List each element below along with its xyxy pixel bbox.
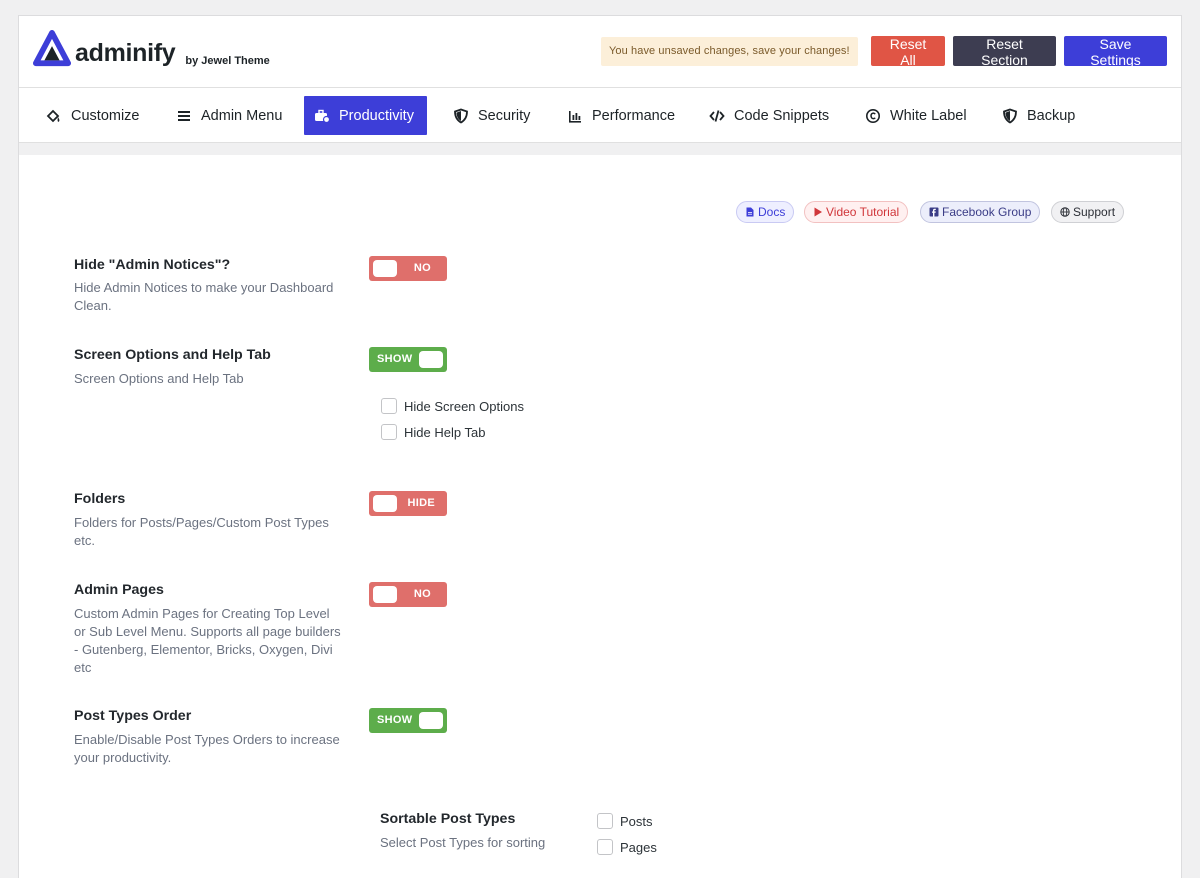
tab-white-label[interactable]: White Label	[855, 96, 977, 135]
reset-all-button[interactable]: Reset All	[871, 36, 945, 68]
docs-link-label: Docs	[758, 205, 786, 219]
code-icon	[709, 109, 725, 122]
shield-icon	[1003, 108, 1017, 124]
tab-backup[interactable]: Backup	[992, 96, 1085, 135]
facebook-group-link[interactable]: Facebook Group	[920, 201, 1041, 223]
screen-options-desc: Screen Options and Help Tab	[74, 371, 244, 386]
checkbox-label: Hide Screen Options	[404, 398, 524, 414]
toggle-state: NO	[413, 262, 431, 274]
logo-byline: by Jewel Theme	[185, 55, 270, 67]
docs-link[interactable]: Docs	[736, 201, 795, 223]
admin-pages-toggle[interactable]: NO	[369, 582, 447, 607]
adminify-logo-icon	[33, 30, 71, 67]
save-settings-button[interactable]: Save Settings	[1064, 36, 1167, 68]
video-tutorial-link[interactable]: Video Tutorial	[804, 201, 909, 223]
tab-code-snippets[interactable]: Code Snippets	[699, 96, 839, 135]
post-types-order-title: Post Types Order	[74, 708, 192, 724]
hide-screen-options-checkbox[interactable]: Hide Screen Options	[381, 398, 524, 414]
checkbox-box[interactable]	[597, 813, 613, 829]
checkbox-box[interactable]	[381, 398, 397, 414]
toggle-knob	[373, 260, 397, 277]
tab-label: Productivity	[339, 107, 414, 124]
hide-help-tab-checkbox[interactable]: Hide Help Tab	[381, 424, 485, 440]
header: adminify by Jewel Theme You have unsaved…	[19, 16, 1181, 87]
tab-label: Performance	[592, 107, 676, 124]
tab-label: Customize	[71, 107, 140, 124]
toggle-knob	[373, 586, 397, 603]
checkbox-label: Hide Help Tab	[404, 424, 486, 440]
support-link-label: Support	[1073, 205, 1116, 219]
play-icon	[814, 207, 822, 217]
copyright-icon	[866, 108, 880, 123]
tab-admin-menu[interactable]: Admin Menu	[166, 96, 292, 135]
admin-pages-desc: Custom Admin Pages for Creating Top Leve…	[74, 606, 341, 675]
shield-icon	[454, 108, 468, 124]
folders-title: Folders	[74, 491, 126, 507]
checkbox-box[interactable]	[381, 424, 397, 440]
section-divider	[19, 143, 1181, 155]
tab-label: Code Snippets	[734, 107, 830, 124]
document-icon	[746, 207, 754, 217]
admin-notices-title: Hide "Admin Notices"?	[74, 257, 231, 273]
briefcase-gear-icon	[315, 109, 330, 123]
tab-security[interactable]: Security	[443, 96, 540, 135]
screen-options-toggle[interactable]: SHOW	[369, 347, 447, 372]
folders-desc: Folders for Posts/Pages/Custom Post Type…	[74, 515, 329, 548]
toggle-state: SHOW	[377, 353, 413, 365]
hamburger-icon	[178, 110, 190, 121]
checkbox-label: Pages	[620, 839, 657, 855]
settings-panel: adminify by Jewel Theme You have unsaved…	[18, 15, 1182, 878]
sortable-post-types-title: Sortable Post Types	[380, 811, 516, 827]
toggle-state: SHOW	[377, 714, 413, 726]
sortable-post-types-desc: Select Post Types for sorting	[380, 835, 546, 850]
sortable-pages-checkbox[interactable]: Pages	[597, 839, 657, 855]
facebook-group-label: Facebook Group	[942, 205, 1032, 219]
tab-customize[interactable]: Customize	[36, 96, 150, 135]
toggle-knob	[419, 712, 443, 729]
support-link[interactable]: Support	[1051, 201, 1125, 223]
settings-tabs: Customize Admin Menu Productivity Securi…	[19, 87, 1181, 143]
facebook-icon	[929, 207, 939, 217]
checkbox-box[interactable]	[597, 839, 613, 855]
tab-label: Admin Menu	[201, 107, 283, 124]
folders-toggle[interactable]: HIDE	[369, 491, 447, 516]
tab-label: Security	[478, 107, 531, 124]
tab-performance[interactable]: Performance	[557, 96, 685, 135]
toggle-knob	[373, 495, 397, 512]
admin-notices-toggle[interactable]: NO	[369, 256, 447, 281]
admin-pages-title: Admin Pages	[74, 582, 164, 598]
tab-productivity[interactable]: Productivity	[304, 96, 427, 135]
post-types-order-desc: Enable/Disable Post Types Orders to incr…	[74, 732, 340, 765]
tab-label: White Label	[890, 107, 967, 124]
globe-icon	[1060, 207, 1070, 217]
paint-bucket-icon	[46, 109, 60, 122]
toggle-state: HIDE	[407, 497, 435, 509]
unsaved-changes-notice: You have unsaved changes, save your chan…	[601, 37, 858, 66]
logo-text: adminify	[75, 39, 176, 67]
admin-notices-desc: Hide Admin Notices to make your Dashboar…	[74, 280, 334, 313]
post-types-order-toggle[interactable]: SHOW	[369, 708, 447, 733]
checkbox-label: Posts	[620, 813, 653, 829]
screen-options-title: Screen Options and Help Tab	[74, 347, 271, 363]
tab-label: Backup	[1027, 107, 1076, 124]
sortable-posts-checkbox[interactable]: Posts	[597, 813, 653, 829]
bar-chart-icon	[569, 110, 581, 123]
logo[interactable]: adminify by Jewel Theme	[33, 30, 270, 68]
toggle-knob	[419, 351, 443, 368]
video-tutorial-label: Video Tutorial	[826, 205, 900, 219]
toggle-state: NO	[413, 588, 431, 600]
reset-section-button[interactable]: Reset Section	[953, 36, 1056, 68]
